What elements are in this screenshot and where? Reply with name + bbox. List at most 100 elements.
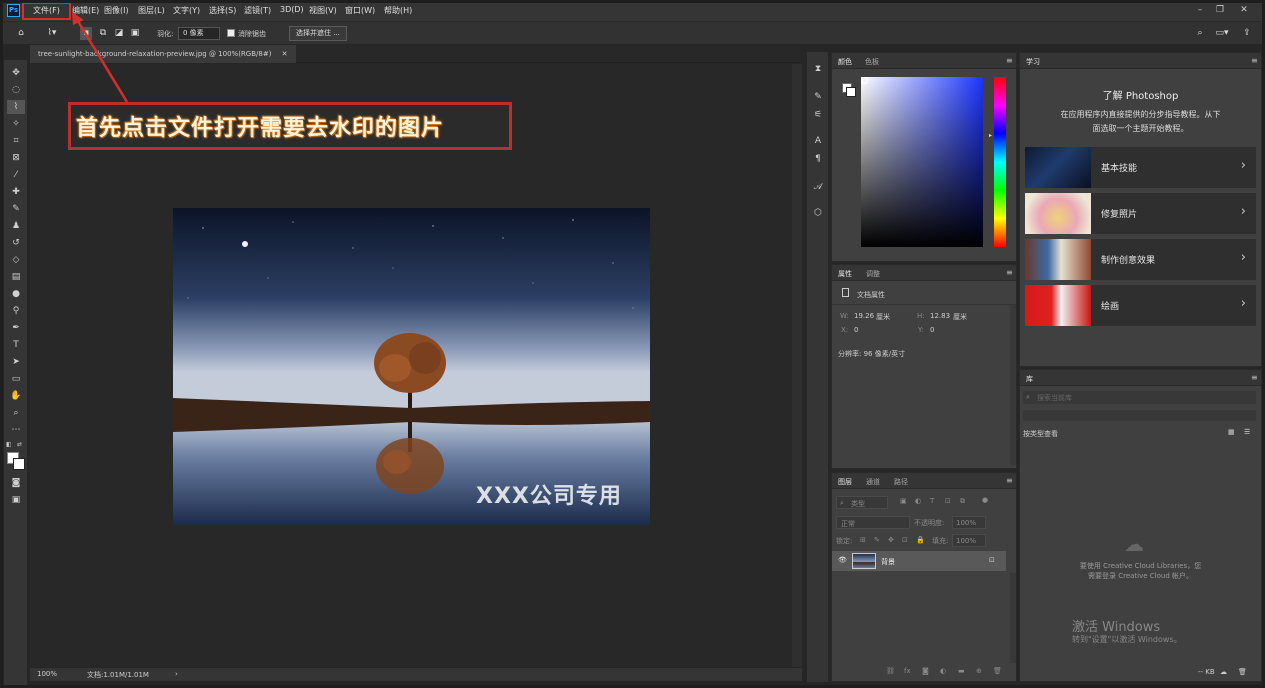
view-by-type-label[interactable]: 按类型查看	[1023, 429, 1058, 439]
gradient-tool-icon[interactable]: ▤	[7, 270, 25, 284]
tab-swatches[interactable]: 色板	[865, 57, 879, 67]
filter-pixel-icon[interactable]: ▣	[900, 497, 907, 505]
close-icon[interactable]: ✕	[1237, 4, 1251, 16]
lock-artboard-icon[interactable]: ⊡	[902, 536, 908, 544]
antialias-checkbox[interactable]	[227, 29, 235, 37]
rectangle-tool-icon[interactable]: ▭	[7, 372, 25, 386]
workspace-icon[interactable]: ▭▾	[1213, 27, 1231, 40]
adjustments-icon[interactable]: ⚟	[810, 108, 826, 122]
share-icon[interactable]: ⇪	[1240, 27, 1254, 40]
tab-paths[interactable]: 路径	[894, 477, 908, 487]
lasso-tool-icon[interactable]: ⌇	[7, 100, 25, 114]
panel-menu-icon[interactable]: ≡	[1251, 373, 1258, 382]
eyedropper-tool-icon[interactable]: ⁄	[7, 168, 25, 182]
tab-channels[interactable]: 通道	[866, 477, 880, 487]
menu-filter[interactable]: 滤镜(T)	[244, 5, 271, 16]
menu-select[interactable]: 选择(S)	[209, 5, 236, 16]
link-layers-icon[interactable]: ⛓	[886, 667, 895, 675]
path-selection-tool-icon[interactable]: ➤	[7, 355, 25, 369]
swap-colors-icon[interactable]: ⇄	[17, 441, 25, 448]
hue-slider-handle[interactable]: ▸	[989, 132, 992, 139]
crop-tool-icon[interactable]: ⌗	[7, 134, 25, 148]
search-icon[interactable]: ⌕	[1193, 27, 1207, 40]
tab-libraries[interactable]: 库	[1026, 374, 1033, 384]
learn-card-basic-skills[interactable]: 基本技能 ›	[1025, 147, 1256, 188]
history-panel-icon[interactable]: ⧗	[810, 62, 826, 76]
blend-mode-select[interactable]: 正常	[836, 516, 910, 529]
zoom-tool-icon[interactable]: ⌕	[7, 406, 25, 420]
properties-scrollbar[interactable]	[1010, 305, 1016, 465]
zoom-level[interactable]: 100%	[37, 670, 57, 678]
list-view-icon[interactable]: ☰	[1244, 428, 1250, 436]
lock-all-icon[interactable]: 🔒	[916, 536, 925, 544]
color-picker-cursor[interactable]	[861, 77, 868, 84]
panel-menu-icon[interactable]: ≡	[1006, 268, 1013, 277]
home-icon[interactable]: ⌂	[14, 27, 28, 40]
y-value[interactable]: 0	[930, 326, 934, 334]
healing-brush-tool-icon[interactable]: ✚	[7, 185, 25, 199]
grid-view-icon[interactable]: ▦	[1228, 428, 1235, 436]
learn-card-fix-photo[interactable]: 修复照片 ›	[1025, 193, 1256, 234]
menu-help[interactable]: 帮助(H)	[384, 5, 412, 16]
select-and-mask-button[interactable]: 选择并遮住 ...	[289, 26, 347, 41]
tab-properties[interactable]: 属性	[838, 269, 852, 279]
menu-3d[interactable]: 3D(D)	[280, 5, 304, 14]
learn-card-painting[interactable]: 绘画 ›	[1025, 285, 1256, 326]
fx-icon[interactable]: fx	[904, 667, 911, 675]
panel-menu-icon[interactable]: ≡	[1251, 56, 1258, 65]
canvas-vertical-scrollbar[interactable]	[792, 64, 802, 667]
hand-tool-icon[interactable]: ✋	[7, 389, 25, 403]
glyphs-panel-icon[interactable]: 𝒜	[810, 180, 826, 194]
brush-settings-icon[interactable]: ✎	[810, 90, 826, 104]
adjustment-layer-icon[interactable]: ◐	[940, 667, 946, 675]
delete-layer-icon[interactable]: 🗑	[993, 667, 1002, 675]
background-chip[interactable]	[846, 87, 856, 97]
layers-scrollbar[interactable]	[1010, 573, 1016, 663]
more-tools-icon[interactable]: ⋯	[7, 423, 25, 437]
hue-slider[interactable]	[994, 77, 1006, 247]
filter-type-icon[interactable]: T	[930, 497, 934, 505]
lock-position-icon[interactable]: ✥	[888, 536, 894, 544]
background-color-swatch[interactable]	[13, 458, 25, 470]
clone-stamp-tool-icon[interactable]: ♟	[7, 219, 25, 233]
3d-panel-icon[interactable]: ⬡	[810, 206, 826, 220]
library-delete-icon[interactable]: 🗑	[1238, 668, 1247, 676]
panel-menu-icon[interactable]: ≡	[1006, 476, 1013, 485]
menu-window[interactable]: 窗口(W)	[345, 5, 375, 16]
filter-shape-icon[interactable]: ⊡	[945, 497, 951, 505]
filter-adjustment-icon[interactable]: ◐	[915, 497, 921, 505]
layer-filter-select[interactable]: ⌕ 类型	[836, 496, 888, 509]
minimize-icon[interactable]: –	[1193, 4, 1207, 16]
fill-input[interactable]: 100%	[952, 534, 986, 547]
new-group-icon[interactable]: ▬	[958, 667, 965, 675]
tab-adjustments[interactable]: 调整	[866, 269, 880, 279]
library-search-field[interactable]: ⌕ 搜索当前库	[1023, 391, 1256, 404]
menu-type[interactable]: 文字(Y)	[173, 5, 200, 16]
tab-color[interactable]: 颜色	[838, 57, 852, 67]
width-value[interactable]: 19.26	[854, 312, 874, 320]
layer-row-background[interactable]: 👁 背景 ⊡	[832, 551, 1006, 571]
eye-visibility-icon[interactable]: 👁	[838, 556, 847, 564]
height-value[interactable]: 12.83	[930, 312, 950, 320]
menu-layer[interactable]: 图层(L)	[138, 5, 165, 16]
panel-menu-icon[interactable]: ≡	[1006, 56, 1013, 65]
filter-smart-object-icon[interactable]: ⧉	[960, 497, 965, 506]
restore-icon[interactable]: ❐	[1213, 4, 1227, 16]
history-brush-tool-icon[interactable]: ↺	[7, 236, 25, 250]
dodge-tool-icon[interactable]: ⚲	[7, 304, 25, 318]
brush-tool-icon[interactable]: ✎	[7, 202, 25, 216]
blur-tool-icon[interactable]: ●	[7, 287, 25, 301]
move-tool-icon[interactable]: ✥	[7, 66, 25, 80]
marquee-tool-icon[interactable]: ◌	[7, 83, 25, 97]
pen-tool-icon[interactable]: ✒	[7, 321, 25, 335]
opacity-input[interactable]: 100%	[952, 516, 986, 529]
cloud-sync-icon[interactable]: ☁	[1220, 668, 1227, 676]
character-panel-icon[interactable]: A	[810, 134, 826, 148]
add-mask-icon[interactable]: ◙	[922, 667, 929, 675]
tab-layers[interactable]: 图层	[838, 477, 852, 487]
type-tool-icon[interactable]: T	[7, 338, 25, 352]
frame-tool-icon[interactable]: ⊠	[7, 151, 25, 165]
status-arrow-icon[interactable]: ›	[175, 670, 178, 678]
close-tab-icon[interactable]: ✕	[282, 50, 288, 58]
new-layer-icon[interactable]: ⊕	[976, 667, 982, 675]
